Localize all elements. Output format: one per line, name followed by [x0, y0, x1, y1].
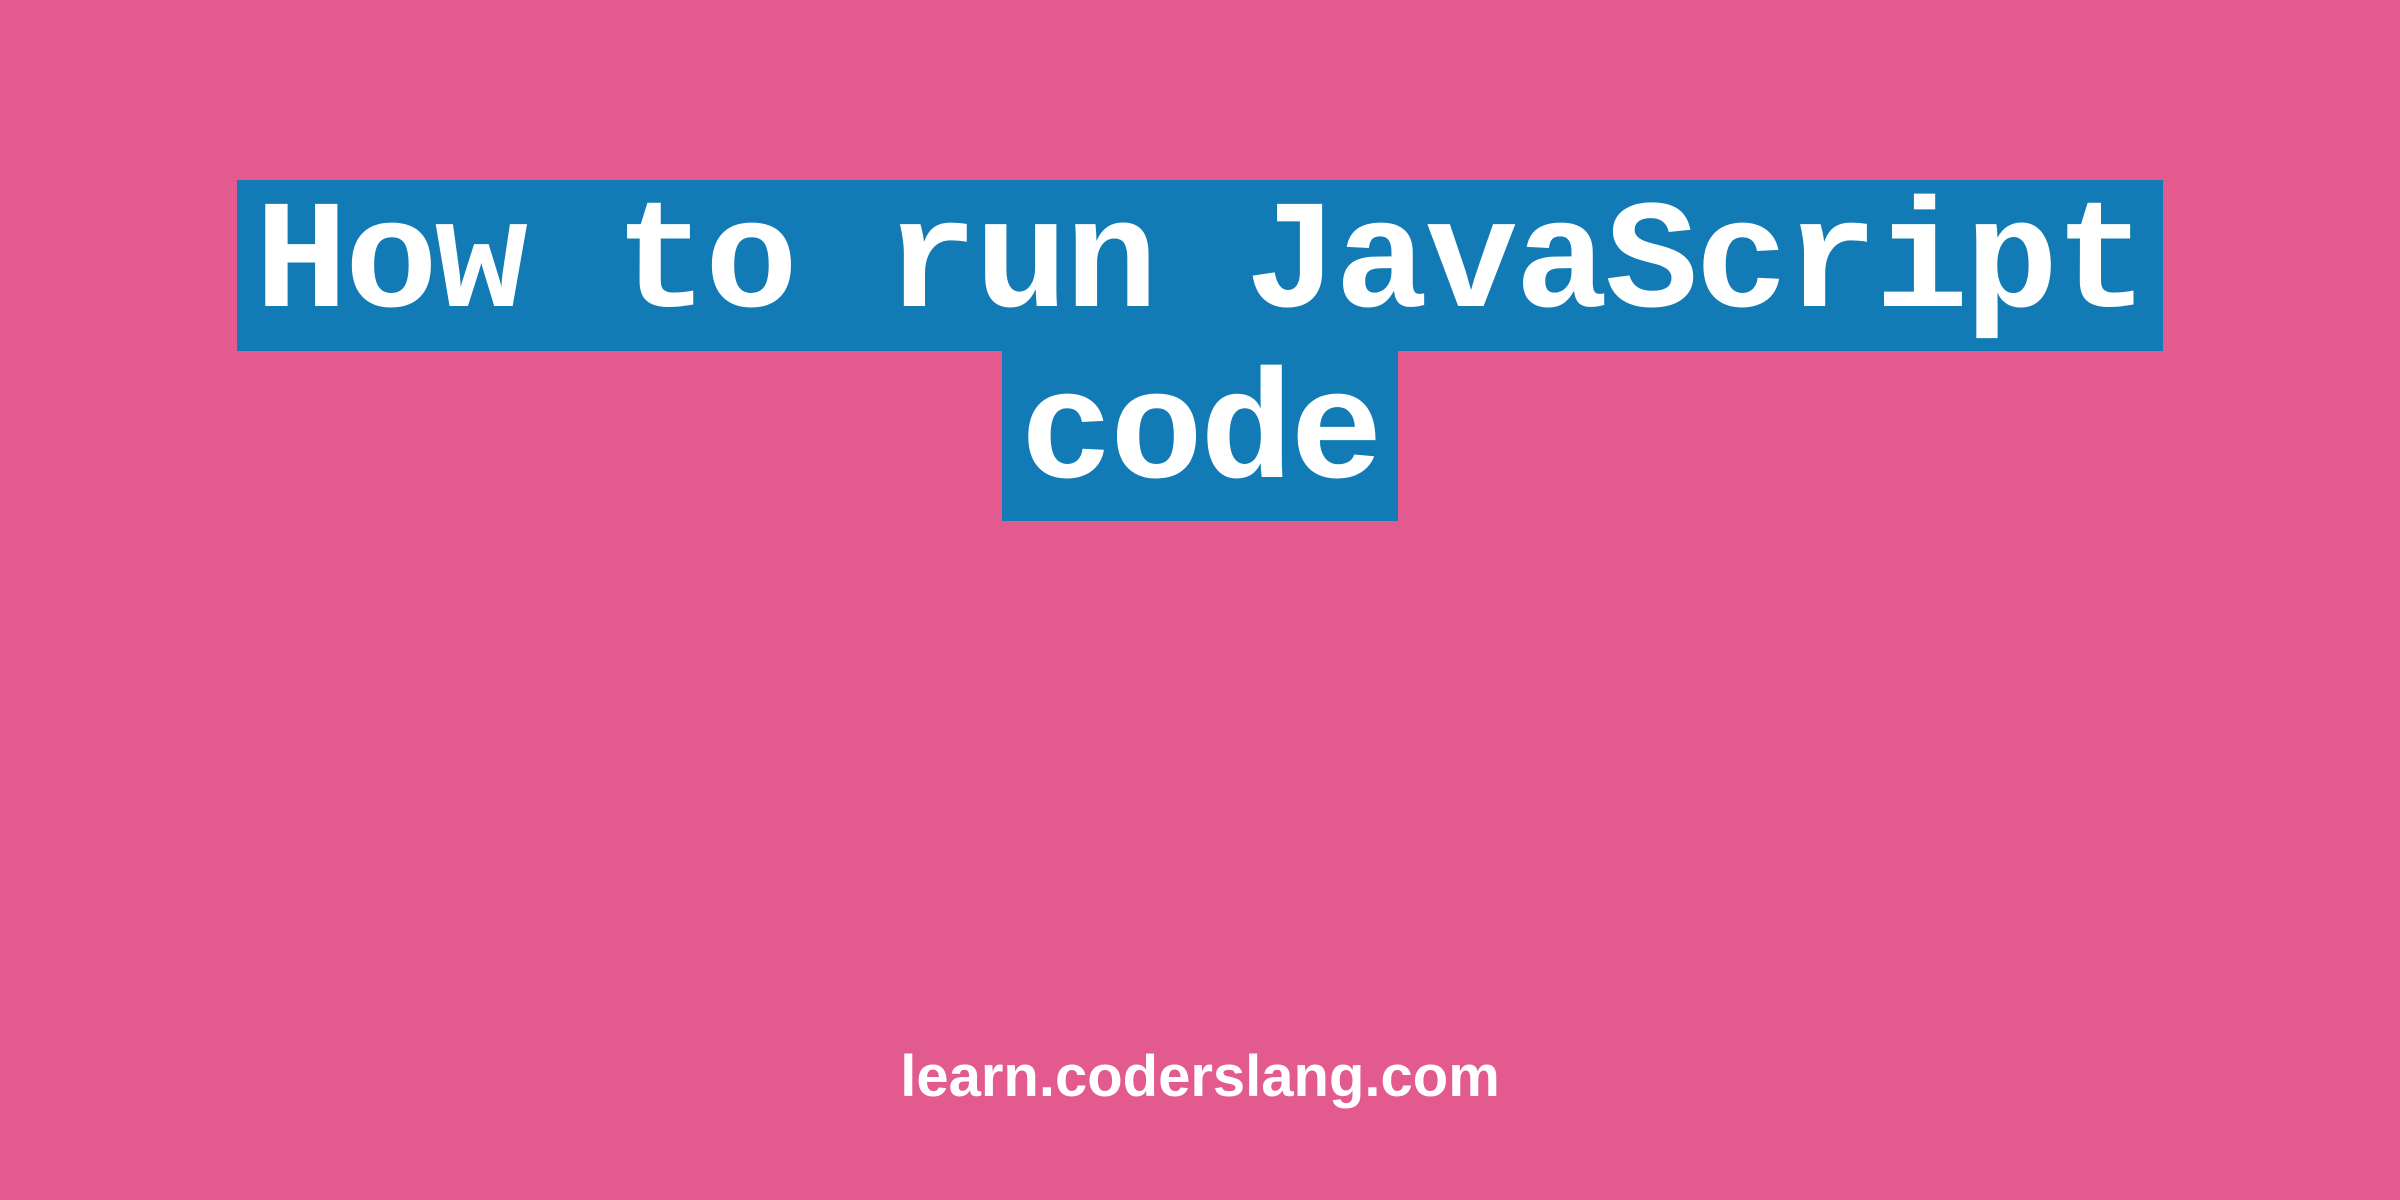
title-line-1: How to run JavaScript	[237, 180, 2163, 351]
page-title: How to run JavaScript code	[0, 180, 2400, 521]
footer-domain: learn.coderslang.com	[0, 1043, 2400, 1110]
title-line-2: code	[1002, 351, 1398, 522]
